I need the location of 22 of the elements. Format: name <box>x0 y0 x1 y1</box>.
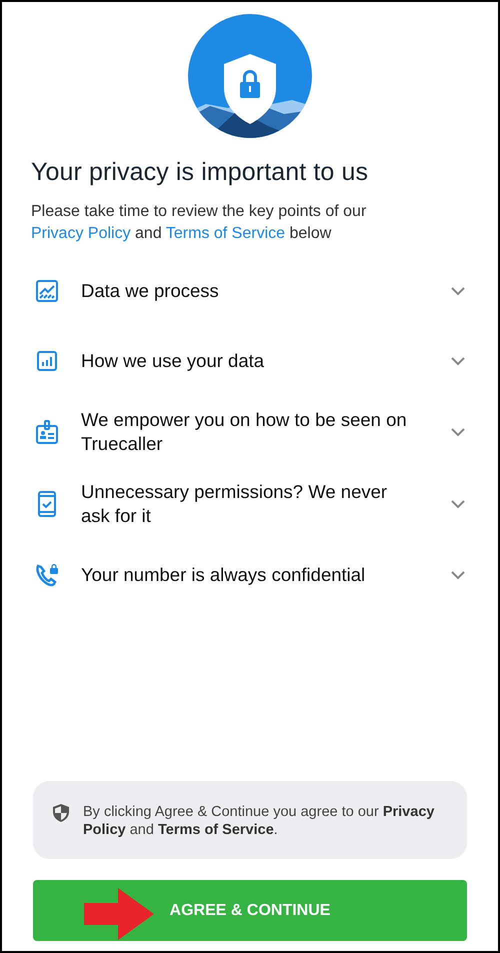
section-title[interactable]: We empower you on how to be seen on Truecaller <box>81 408 451 456</box>
notice-text: By clicking Agree & Continue you agree to our Privacy Policy and Terms of Service. <box>83 803 436 839</box>
page-title: Your privacy is important to us <box>31 158 370 187</box>
phone-lock-icon <box>34 562 60 588</box>
chevron-icon[interactable] <box>451 428 465 436</box>
chevron-icon[interactable] <box>451 286 465 296</box>
chevron-icon[interactable] <box>451 356 465 366</box>
section-title[interactable]: Your number is always confidential <box>81 563 451 587</box>
link[interactable]: Privacy Policy <box>31 225 131 242</box>
chevron-icon[interactable] <box>451 500 465 508</box>
intro-text: Please take time to review the key points of our Privacy Policy and Terms of Service below <box>31 202 368 244</box>
section-title[interactable]: How we use your data <box>81 349 451 373</box>
shield-icon <box>53 804 69 822</box>
section-title[interactable]: Data we process <box>81 279 451 303</box>
arrow-icon <box>84 888 154 940</box>
link[interactable]: Terms of Service <box>166 225 286 242</box>
bar-chart-icon <box>35 349 59 373</box>
phone-check-icon <box>37 490 57 518</box>
chevron-icon[interactable] <box>451 570 465 580</box>
section-title[interactable]: Unnecessary permissions? We never ask for it <box>81 480 451 528</box>
chart-icon <box>35 279 59 303</box>
id-badge-icon <box>35 419 59 445</box>
